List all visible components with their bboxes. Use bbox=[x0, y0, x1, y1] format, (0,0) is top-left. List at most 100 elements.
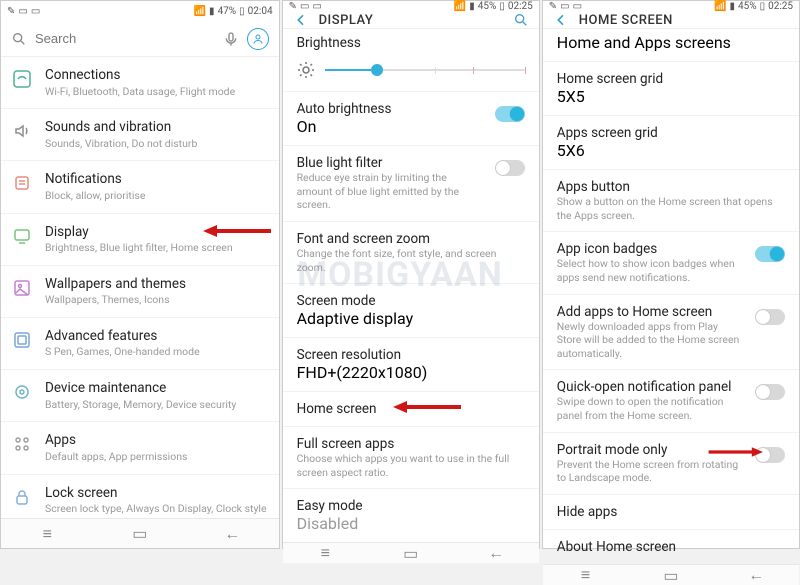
sidebar-item-notifications[interactable]: NotificationsBlock, allow, prioritise bbox=[1, 161, 279, 213]
item-sub: Newly downloaded apps from Play Store wi… bbox=[557, 320, 785, 361]
item-screen-resolution[interactable]: Screen resolution FHD+(2220x1080) bbox=[283, 338, 539, 392]
nav-bar: ≡ ▭ ← bbox=[1, 518, 279, 548]
item-hide-apps[interactable]: Hide apps bbox=[543, 495, 799, 530]
toggle[interactable] bbox=[755, 384, 785, 400]
item-blue-light[interactable]: Blue light filter Reduce eye strain by l… bbox=[283, 146, 539, 222]
back-button[interactable]: ← bbox=[476, 543, 516, 563]
back-button[interactable]: ← bbox=[736, 565, 776, 585]
item-add-apps[interactable]: Add apps to Home screen Newly downloaded… bbox=[543, 295, 799, 371]
search-icon[interactable] bbox=[513, 12, 529, 28]
toggle[interactable] bbox=[495, 160, 525, 176]
search-input[interactable] bbox=[35, 31, 215, 46]
item-sub: S Pen, Games, One-handed mode bbox=[45, 345, 267, 359]
item-title: Wallpapers and themes bbox=[45, 276, 267, 294]
sidebar-item-apps[interactable]: AppsDefault apps, App permissions bbox=[1, 422, 279, 474]
item-sub: Wi-Fi, Bluetooth, Data usage, Flight mod… bbox=[45, 85, 267, 99]
pen-icon: ✎ bbox=[7, 6, 15, 17]
item-sub: Screen lock type, Always On Display, Clo… bbox=[45, 502, 267, 516]
item-icon-badges[interactable]: App icon badges Select how to show icon … bbox=[543, 232, 799, 294]
item-value: Disabled bbox=[297, 514, 525, 533]
item-sub: Brightness, Blue light filter, Home scre… bbox=[45, 241, 267, 255]
display-pane: ✎▭▭ 📶▮45%▯02:25 DISPLAY Brightness Auto … bbox=[282, 0, 540, 549]
item-sub: Prevent the Home screen from rotating to… bbox=[557, 458, 785, 485]
sidebar-item-maintenance[interactable]: Device maintenanceBattery, Storage, Memo… bbox=[1, 370, 279, 422]
profile-icon[interactable] bbox=[247, 28, 269, 50]
toggle[interactable] bbox=[755, 447, 785, 463]
item-easy-mode[interactable]: Easy mode Disabled bbox=[283, 489, 539, 542]
settings-pane: ✎ ▭ ▭ 📶 ▮ 47% ▯ 02:04 ConnectionsWi-Fi, … bbox=[0, 0, 280, 549]
back-icon[interactable] bbox=[293, 12, 309, 28]
item-about-home[interactable]: About Home screen bbox=[543, 530, 799, 564]
recent-button[interactable]: ≡ bbox=[305, 543, 345, 563]
item-apps-grid[interactable]: Apps screen grid 5X6 bbox=[543, 116, 799, 170]
item-layout[interactable]: Home and Apps screens bbox=[543, 29, 799, 62]
status-bar: ✎▭▭ 📶▮45%▯02:25 bbox=[543, 1, 799, 12]
item-apps-button[interactable]: Apps button Show a button on the Home sc… bbox=[543, 170, 799, 232]
brightness-block: Brightness bbox=[283, 29, 539, 92]
item-sub: Select how to show icon badges when apps… bbox=[557, 257, 785, 284]
signal-icon: ▮ bbox=[729, 1, 735, 12]
item-title: Font and screen zoom bbox=[297, 231, 525, 247]
home-button[interactable]: ▭ bbox=[391, 544, 431, 563]
item-title: Screen resolution bbox=[297, 347, 525, 363]
wifi-icon: 📶 bbox=[194, 6, 206, 17]
item-auto-brightness[interactable]: Auto brightness On bbox=[283, 92, 539, 146]
item-title: Quick-open notification panel bbox=[557, 379, 785, 395]
item-title: Connections bbox=[45, 67, 267, 85]
item-sub: Show a button on the Home screen that op… bbox=[557, 195, 785, 222]
toggle[interactable] bbox=[755, 246, 785, 262]
item-screen-mode[interactable]: Screen mode Adaptive display bbox=[283, 284, 539, 338]
item-title: App icon badges bbox=[557, 241, 785, 257]
maintenance-icon bbox=[12, 382, 32, 402]
recent-button[interactable]: ≡ bbox=[565, 565, 605, 585]
item-title: Apps screen grid bbox=[557, 125, 785, 141]
sidebar-item-connections[interactable]: ConnectionsWi-Fi, Bluetooth, Data usage,… bbox=[1, 57, 279, 109]
signal-icon: ▮ bbox=[209, 6, 215, 17]
item-title: Notifications bbox=[45, 171, 267, 189]
home-button[interactable]: ▭ bbox=[651, 566, 691, 585]
back-icon[interactable] bbox=[553, 12, 569, 28]
item-title: Home screen grid bbox=[557, 71, 785, 87]
search-bar[interactable] bbox=[1, 21, 279, 57]
nav-bar: ≡ ▭ ← bbox=[543, 564, 799, 585]
item-title: Display bbox=[45, 224, 267, 242]
brightness-icon bbox=[297, 61, 315, 79]
sidebar-item-sounds[interactable]: Sounds and vibrationSounds, Vibration, D… bbox=[1, 109, 279, 161]
lock-icon bbox=[12, 487, 32, 507]
sidebar-item-wallpapers[interactable]: Wallpapers and themesWallpapers, Themes,… bbox=[1, 266, 279, 318]
image-icon: ▭ bbox=[560, 1, 569, 12]
item-home-screen[interactable]: Home screen bbox=[283, 392, 539, 427]
item-home-grid[interactable]: Home screen grid 5X5 bbox=[543, 62, 799, 116]
home-button[interactable]: ▭ bbox=[120, 524, 160, 543]
sidebar-item-display[interactable]: DisplayBrightness, Blue light filter, Ho… bbox=[1, 214, 279, 266]
time-text: 02:25 bbox=[508, 1, 533, 12]
item-quick-open[interactable]: Quick-open notification panel Swipe down… bbox=[543, 370, 799, 432]
item-title: Home screen bbox=[297, 401, 525, 417]
item-title: Screen mode bbox=[297, 293, 525, 309]
item-value: 5X6 bbox=[557, 141, 785, 160]
mic-icon[interactable] bbox=[223, 31, 239, 47]
toggle[interactable] bbox=[755, 309, 785, 325]
item-font-zoom[interactable]: Font and screen zoom Change the font siz… bbox=[283, 222, 539, 284]
item-sub: Sounds, Vibration, Do not disturb bbox=[45, 137, 267, 151]
item-title: Portrait mode only bbox=[557, 442, 785, 458]
time-text: 02:25 bbox=[768, 1, 793, 12]
slider-thumb[interactable] bbox=[371, 64, 383, 76]
recent-button[interactable]: ≡ bbox=[27, 524, 67, 544]
item-full-screen-apps[interactable]: Full screen apps Choose which apps you w… bbox=[283, 427, 539, 489]
item-portrait-only[interactable]: Portrait mode only Prevent the Home scre… bbox=[543, 433, 799, 495]
image-icon: ▭ bbox=[573, 1, 582, 12]
search-icon bbox=[11, 31, 27, 47]
homescreen-pane: ✎▭▭ 📶▮45%▯02:25 HOME SCREEN Home and App… bbox=[542, 0, 800, 549]
sidebar-item-advanced[interactable]: Advanced featuresS Pen, Games, One-hande… bbox=[1, 318, 279, 370]
item-title: Advanced features bbox=[45, 328, 267, 346]
display-icon bbox=[12, 226, 32, 246]
back-button[interactable]: ← bbox=[212, 524, 252, 544]
item-sub: Reduce eye strain by limiting the amount… bbox=[297, 171, 525, 212]
brightness-slider[interactable] bbox=[325, 69, 525, 71]
battery-icon: ▯ bbox=[499, 1, 505, 12]
battery-icon: ▯ bbox=[239, 6, 245, 17]
toggle[interactable] bbox=[495, 106, 525, 122]
sidebar-item-lockscreen[interactable]: Lock screenScreen lock type, Always On D… bbox=[1, 475, 279, 519]
battery-text: 47% bbox=[218, 6, 237, 17]
